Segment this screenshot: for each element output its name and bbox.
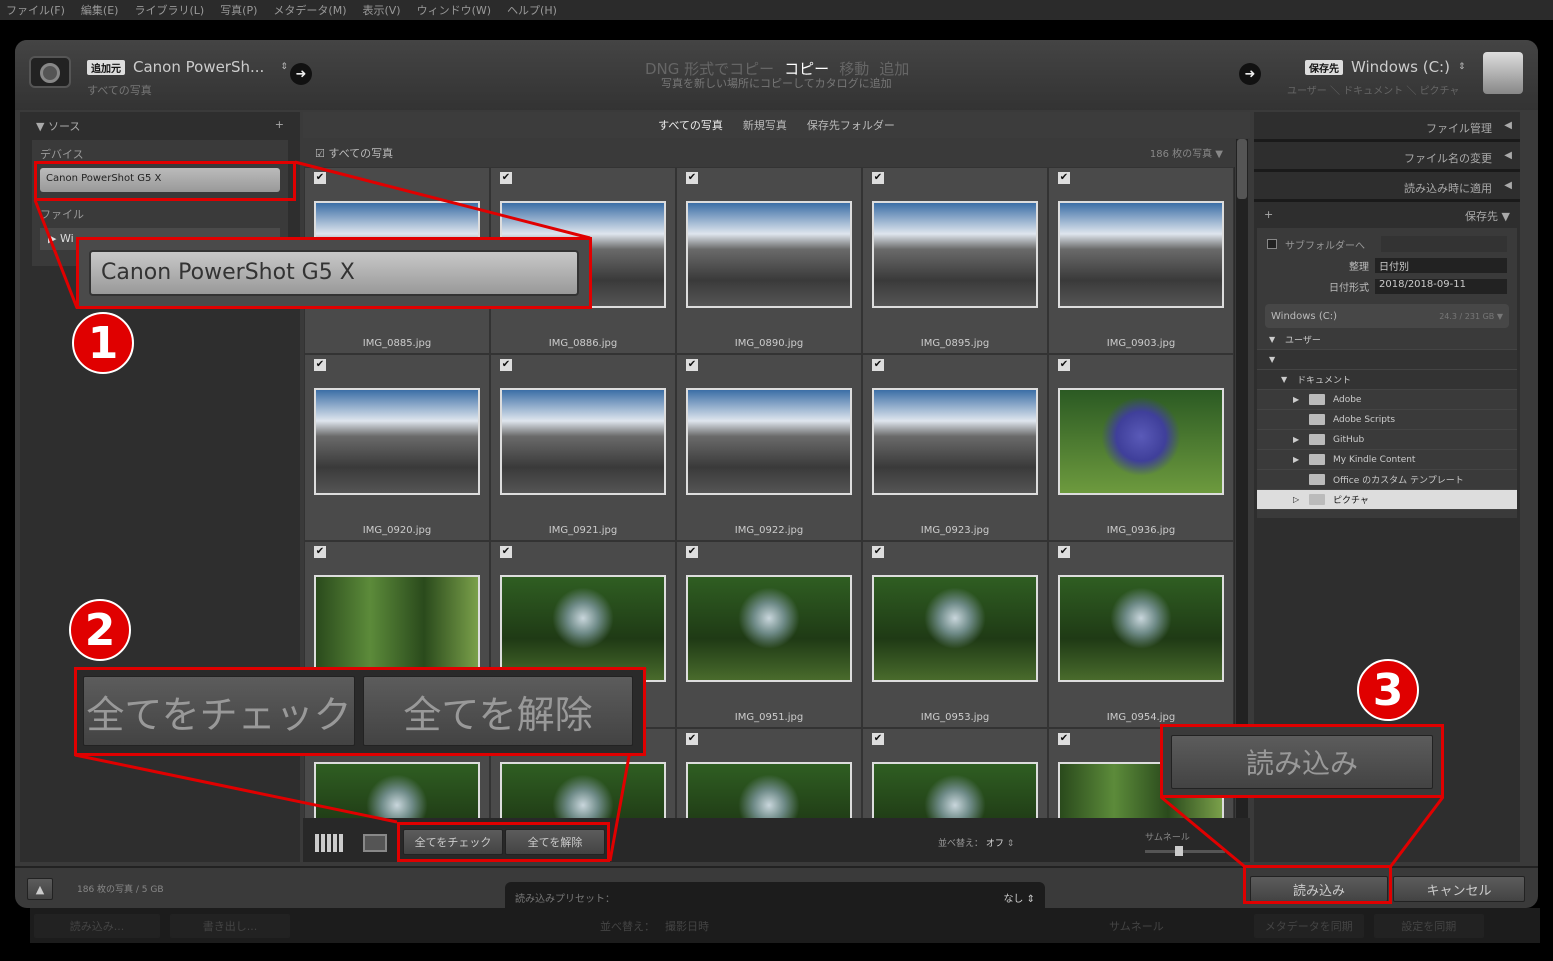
annotation-lines [33, 160, 1445, 868]
callout-import-zoom: 読み込み [1160, 724, 1444, 798]
callout-number-1: 1 [72, 312, 134, 374]
highlight-import [1243, 865, 1392, 904]
callout-check-all: 全てをチェック [83, 676, 355, 746]
highlight-device [34, 161, 296, 201]
callout-device-label: Canon PowerShot G5 X [89, 250, 579, 296]
callout-number-3: 3 [1357, 659, 1419, 721]
callout-import-label: 読み込み [1171, 735, 1433, 789]
callout-check-zoom: 全てをチェック 全てを解除 [74, 667, 646, 756]
callout-number-2: 2 [69, 599, 131, 661]
callout-uncheck-all: 全てを解除 [363, 676, 633, 746]
highlight-check-buttons [397, 822, 610, 862]
callout-device-zoom: Canon PowerShot G5 X [76, 237, 592, 309]
